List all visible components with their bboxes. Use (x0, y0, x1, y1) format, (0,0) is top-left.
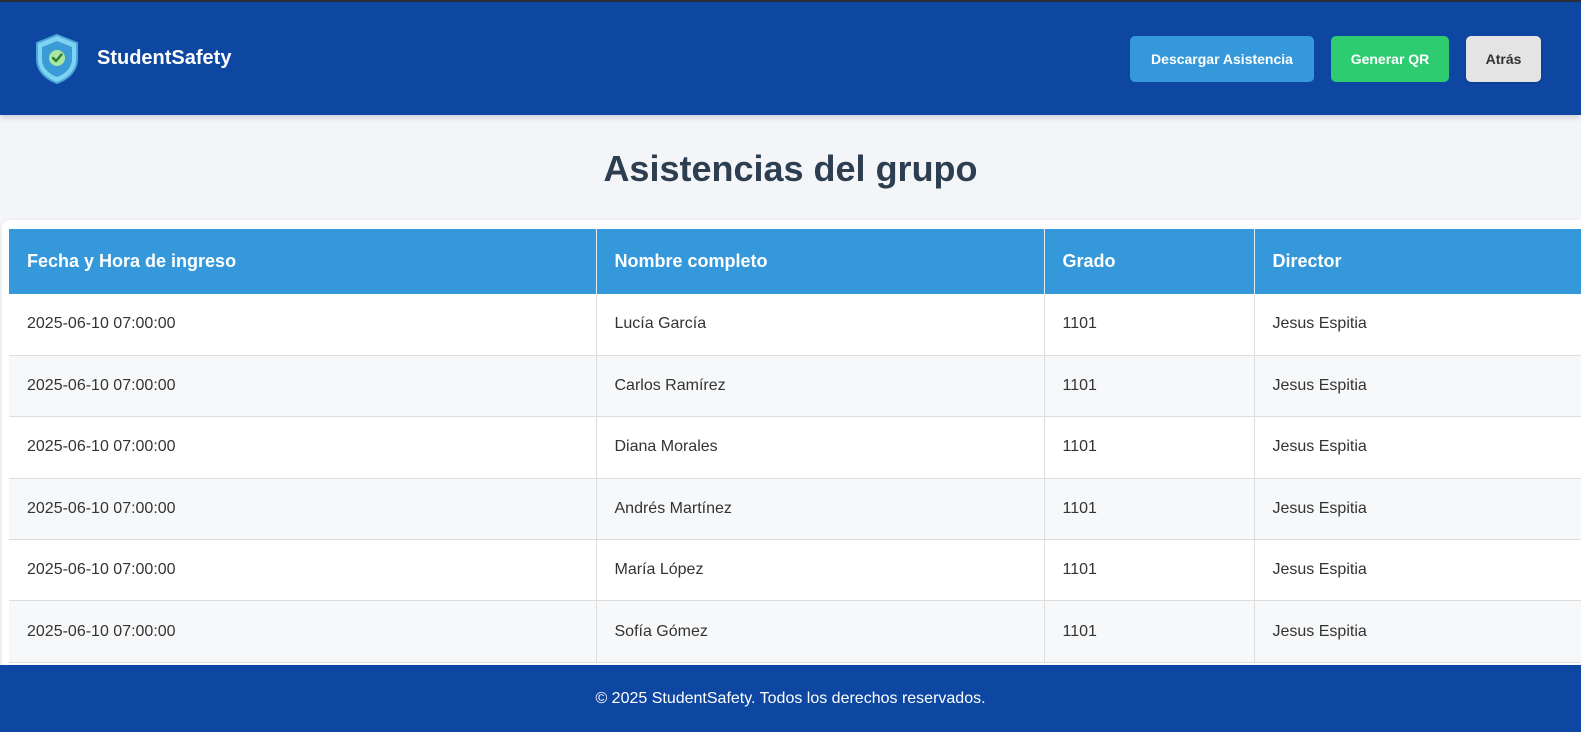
cell-grade: 1101 (1044, 294, 1255, 356)
cell-name: Diana Morales (596, 416, 1045, 479)
cell-date: 2025-06-10 07:00:00 (9, 355, 597, 418)
cell-name: María López (596, 539, 1045, 602)
cell-name: Sofía Gómez (596, 600, 1045, 663)
column-header-name: Nombre completo (596, 229, 1045, 294)
cell-name: Carlos Ramírez (596, 355, 1045, 418)
cell-grade: 1101 (1044, 478, 1255, 541)
cell-director: Jesus Espitia (1254, 294, 1581, 356)
shield-check-icon (33, 33, 81, 85)
page-title: Asistencias del grupo (603, 148, 978, 189)
attendance-table-card: Fecha y Hora de ingreso Nombre completo … (2, 220, 1581, 680)
brand-name: StudentSafety (97, 47, 232, 69)
cell-date: 2025-06-10 07:00:00 (9, 416, 597, 479)
cell-name: Lucía García (596, 294, 1045, 356)
cell-grade: 1101 (1044, 355, 1255, 418)
column-header-director: Director (1254, 229, 1581, 294)
cell-grade: 1101 (1044, 539, 1255, 602)
cell-name: Andrés Martínez (596, 478, 1045, 541)
column-header-grade: Grado (1044, 229, 1255, 294)
table-row: 2025-06-10 07:00:00 Diana Morales 1101 J… (9, 416, 1581, 479)
table-row: 2025-06-10 07:00:00 Sofía Gómez 1101 Jes… (9, 600, 1581, 663)
top-navbar: StudentSafety Descargar Asistencia Gener… (0, 2, 1581, 115)
cell-date: 2025-06-10 07:00:00 (9, 294, 597, 356)
cell-grade: 1101 (1044, 416, 1255, 479)
table-row: 2025-06-10 07:00:00 Carlos Ramírez 1101 … (9, 355, 1581, 418)
attendance-table: Fecha y Hora de ingreso Nombre completo … (9, 229, 1581, 663)
cell-date: 2025-06-10 07:00:00 (9, 478, 597, 541)
cell-grade: 1101 (1044, 600, 1255, 663)
cell-date: 2025-06-10 07:00:00 (9, 600, 597, 663)
table-row: 2025-06-10 07:00:00 Andrés Martínez 1101… (9, 478, 1581, 541)
cell-director: Jesus Espitia (1254, 355, 1581, 418)
cell-director: Jesus Espitia (1254, 539, 1581, 602)
cell-director: Jesus Espitia (1254, 416, 1581, 479)
generate-qr-button[interactable]: Generar QR (1331, 35, 1449, 82)
cell-director: Jesus Espitia (1254, 478, 1581, 541)
cell-date: 2025-06-10 07:00:00 (9, 539, 597, 602)
page-footer: © 2025 StudentSafety. Todos los derechos… (0, 665, 1581, 732)
footer-copyright: © 2025 StudentSafety. Todos los derechos… (595, 689, 986, 707)
brand[interactable]: StudentSafety (33, 33, 231, 85)
table-row: 2025-06-10 07:00:00 Lucía García 1101 Je… (9, 294, 1581, 356)
download-attendance-button[interactable]: Descargar Asistencia (1130, 35, 1314, 82)
column-header-date: Fecha y Hora de ingreso (9, 229, 597, 294)
back-button[interactable]: Atrás (1466, 35, 1541, 82)
header-actions: Descargar Asistencia Generar QR Atrás (1130, 35, 1541, 82)
table-header-row: Fecha y Hora de ingreso Nombre completo … (9, 229, 1581, 294)
cell-director: Jesus Espitia (1254, 600, 1581, 663)
table-row: 2025-06-10 07:00:00 María López 1101 Jes… (9, 539, 1581, 602)
